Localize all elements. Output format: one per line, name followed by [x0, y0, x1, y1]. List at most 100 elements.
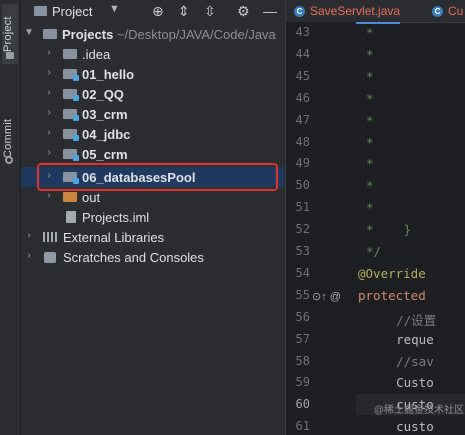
tree-item-label: out [82, 190, 101, 205]
code-line: * [366, 200, 374, 216]
chevron-right-icon[interactable]: › [44, 47, 54, 58]
line-number: 49 [295, 156, 310, 171]
chevron-right-icon[interactable]: › [44, 67, 54, 78]
expand-all-icon[interactable]: ⇕ [178, 3, 190, 20]
tree-item-label: Projects.iml [82, 210, 150, 225]
tool-window-stripe: Project Commit [0, 0, 21, 435]
chevron-down-icon[interactable]: ▼ [24, 27, 34, 38]
tab-second[interactable]: C Cu [432, 0, 463, 22]
line-number: 53 [295, 244, 310, 258]
watermark: @稀土掘金技术社区 [373, 405, 464, 416]
line-number: 61 [295, 419, 310, 434]
tree-item-05-crm[interactable]: › 05_crm [21, 144, 284, 164]
code-line: * [366, 134, 374, 150]
line-number: 51 [295, 200, 310, 215]
code-line: custo [366, 419, 434, 435]
tree-item-label: .idea [82, 47, 111, 62]
line-gutter: 43 44 45 46 47 48 49 50 51 52 53 54 55 56 57 58 59 60 61 [286, 22, 356, 435]
module-folder-icon [63, 129, 79, 141]
code-line: * [366, 46, 374, 62]
tab-label: Cu [448, 4, 464, 18]
line-number: 47 [295, 112, 310, 127]
line-number: 45 [295, 68, 310, 83]
line-number: 48 [295, 134, 310, 149]
tree-item-scratches[interactable]: › Scratches and Consoles [21, 247, 284, 267]
line-number: 55 [295, 287, 310, 302]
line-number: 46 [295, 90, 310, 105]
root-name: Projects [62, 27, 114, 42]
code-line: * [366, 178, 374, 194]
chevron-right-icon[interactable]: › [44, 127, 54, 138]
class-icon: C [294, 5, 305, 17]
code-line: //设置 [366, 312, 437, 328]
module-folder-icon [63, 69, 79, 81]
line-number: 44 [295, 46, 310, 61]
commit-tool-icon [5, 156, 13, 164]
gear-icon[interactable]: ⚙ [237, 3, 250, 20]
library-icon [43, 232, 57, 242]
tab-saveservlet[interactable]: C SaveServlet.java [294, 0, 401, 24]
module-folder-icon [63, 149, 79, 161]
line-number: 58 [295, 353, 310, 368]
collapse-all-icon[interactable]: ⇳ [204, 3, 216, 20]
tree-item-label: 05_crm [82, 147, 128, 162]
module-folder-icon [63, 89, 79, 101]
tree-item-label: 02_QQ [82, 87, 124, 102]
chevron-right-icon[interactable]: › [44, 147, 54, 158]
tree-item-01-hello[interactable]: › 01_hello [21, 64, 284, 84]
class-icon: C [432, 5, 443, 17]
scratches-icon [44, 252, 56, 263]
tree-item-label: 03_crm [82, 107, 128, 122]
tree-item-label: External Libraries [63, 230, 165, 245]
line-number: 57 [295, 331, 310, 346]
project-panel: Project ▼ ⊕ ⇕ ⇳ ⚙ — ▼ Projects ~/Desktop… [21, 0, 284, 435]
folder-icon [34, 6, 47, 16]
chevron-down-icon[interactable]: ▼ [109, 3, 120, 15]
code-line: * } [366, 222, 412, 238]
code-line: @Override [358, 265, 426, 281]
tree-item-label: 01_hello [82, 67, 135, 82]
line-number: 56 [295, 309, 310, 324]
code-line: protected [358, 287, 426, 303]
minimize-icon[interactable]: — [263, 3, 277, 19]
chevron-right-icon[interactable]: › [44, 190, 54, 201]
folder-icon [63, 49, 77, 59]
code-line: */ [366, 244, 382, 259]
chevron-right-icon[interactable]: › [24, 250, 34, 261]
tree-item-external-libraries[interactable]: › External Libraries [21, 227, 284, 247]
root-path: ~/Desktop/JAVA/Code/Java [116, 27, 276, 42]
project-toolbar: Project ▼ ⊕ ⇕ ⇳ ⚙ — [21, 0, 284, 24]
commit-tool-button[interactable]: Commit [2, 100, 14, 158]
line-number: 50 [295, 178, 310, 193]
code-line: Custo [366, 375, 434, 391]
chevron-right-icon[interactable]: › [44, 87, 54, 98]
chevron-right-icon[interactable]: › [24, 230, 34, 241]
panel-title[interactable]: Project [52, 4, 92, 19]
code-line: reque [366, 331, 434, 347]
module-folder-icon [63, 109, 79, 121]
line-number: 54 [295, 265, 310, 280]
line-number: 52 [295, 222, 310, 237]
tree-root[interactable]: ▼ Projects ~/Desktop/JAVA/Code/Java [21, 24, 284, 44]
tree-item-label: 04_jdbc [82, 127, 131, 142]
tree-item-02-qq[interactable]: › 02_QQ [21, 84, 284, 104]
code-view[interactable]: * * * * * * * * * * } */ @Override protected //设置 re… [358, 22, 465, 435]
editor-tabs: C SaveServlet.java C Cu [286, 0, 465, 24]
code-line: * [366, 112, 374, 128]
locate-icon[interactable]: ⊕ [152, 3, 164, 20]
folder-icon [43, 29, 57, 39]
editor-area: C SaveServlet.java C Cu 43 44 45 46 47 48 49 50… [285, 0, 465, 435]
project-tool-icon [6, 52, 14, 59]
line-number: 60 [295, 397, 310, 412]
tree-item-03-crm[interactable]: › 03_crm [21, 104, 284, 124]
tree-item-projects-iml[interactable]: Projects.iml [21, 207, 284, 227]
code-line: * [366, 156, 374, 172]
chevron-right-icon[interactable]: › [44, 107, 54, 118]
excluded-folder-icon [63, 192, 77, 202]
line-number: 43 [295, 25, 310, 39]
tree-item-label: Scratches and Consoles [63, 250, 204, 265]
tree-item-04-jdbc[interactable]: › 04_jdbc [21, 124, 284, 144]
code-line: * [366, 68, 374, 84]
tree-item-idea[interactable]: › .idea [21, 44, 284, 64]
override-gutter-icon[interactable]: ⊙↑ @ [312, 290, 341, 303]
